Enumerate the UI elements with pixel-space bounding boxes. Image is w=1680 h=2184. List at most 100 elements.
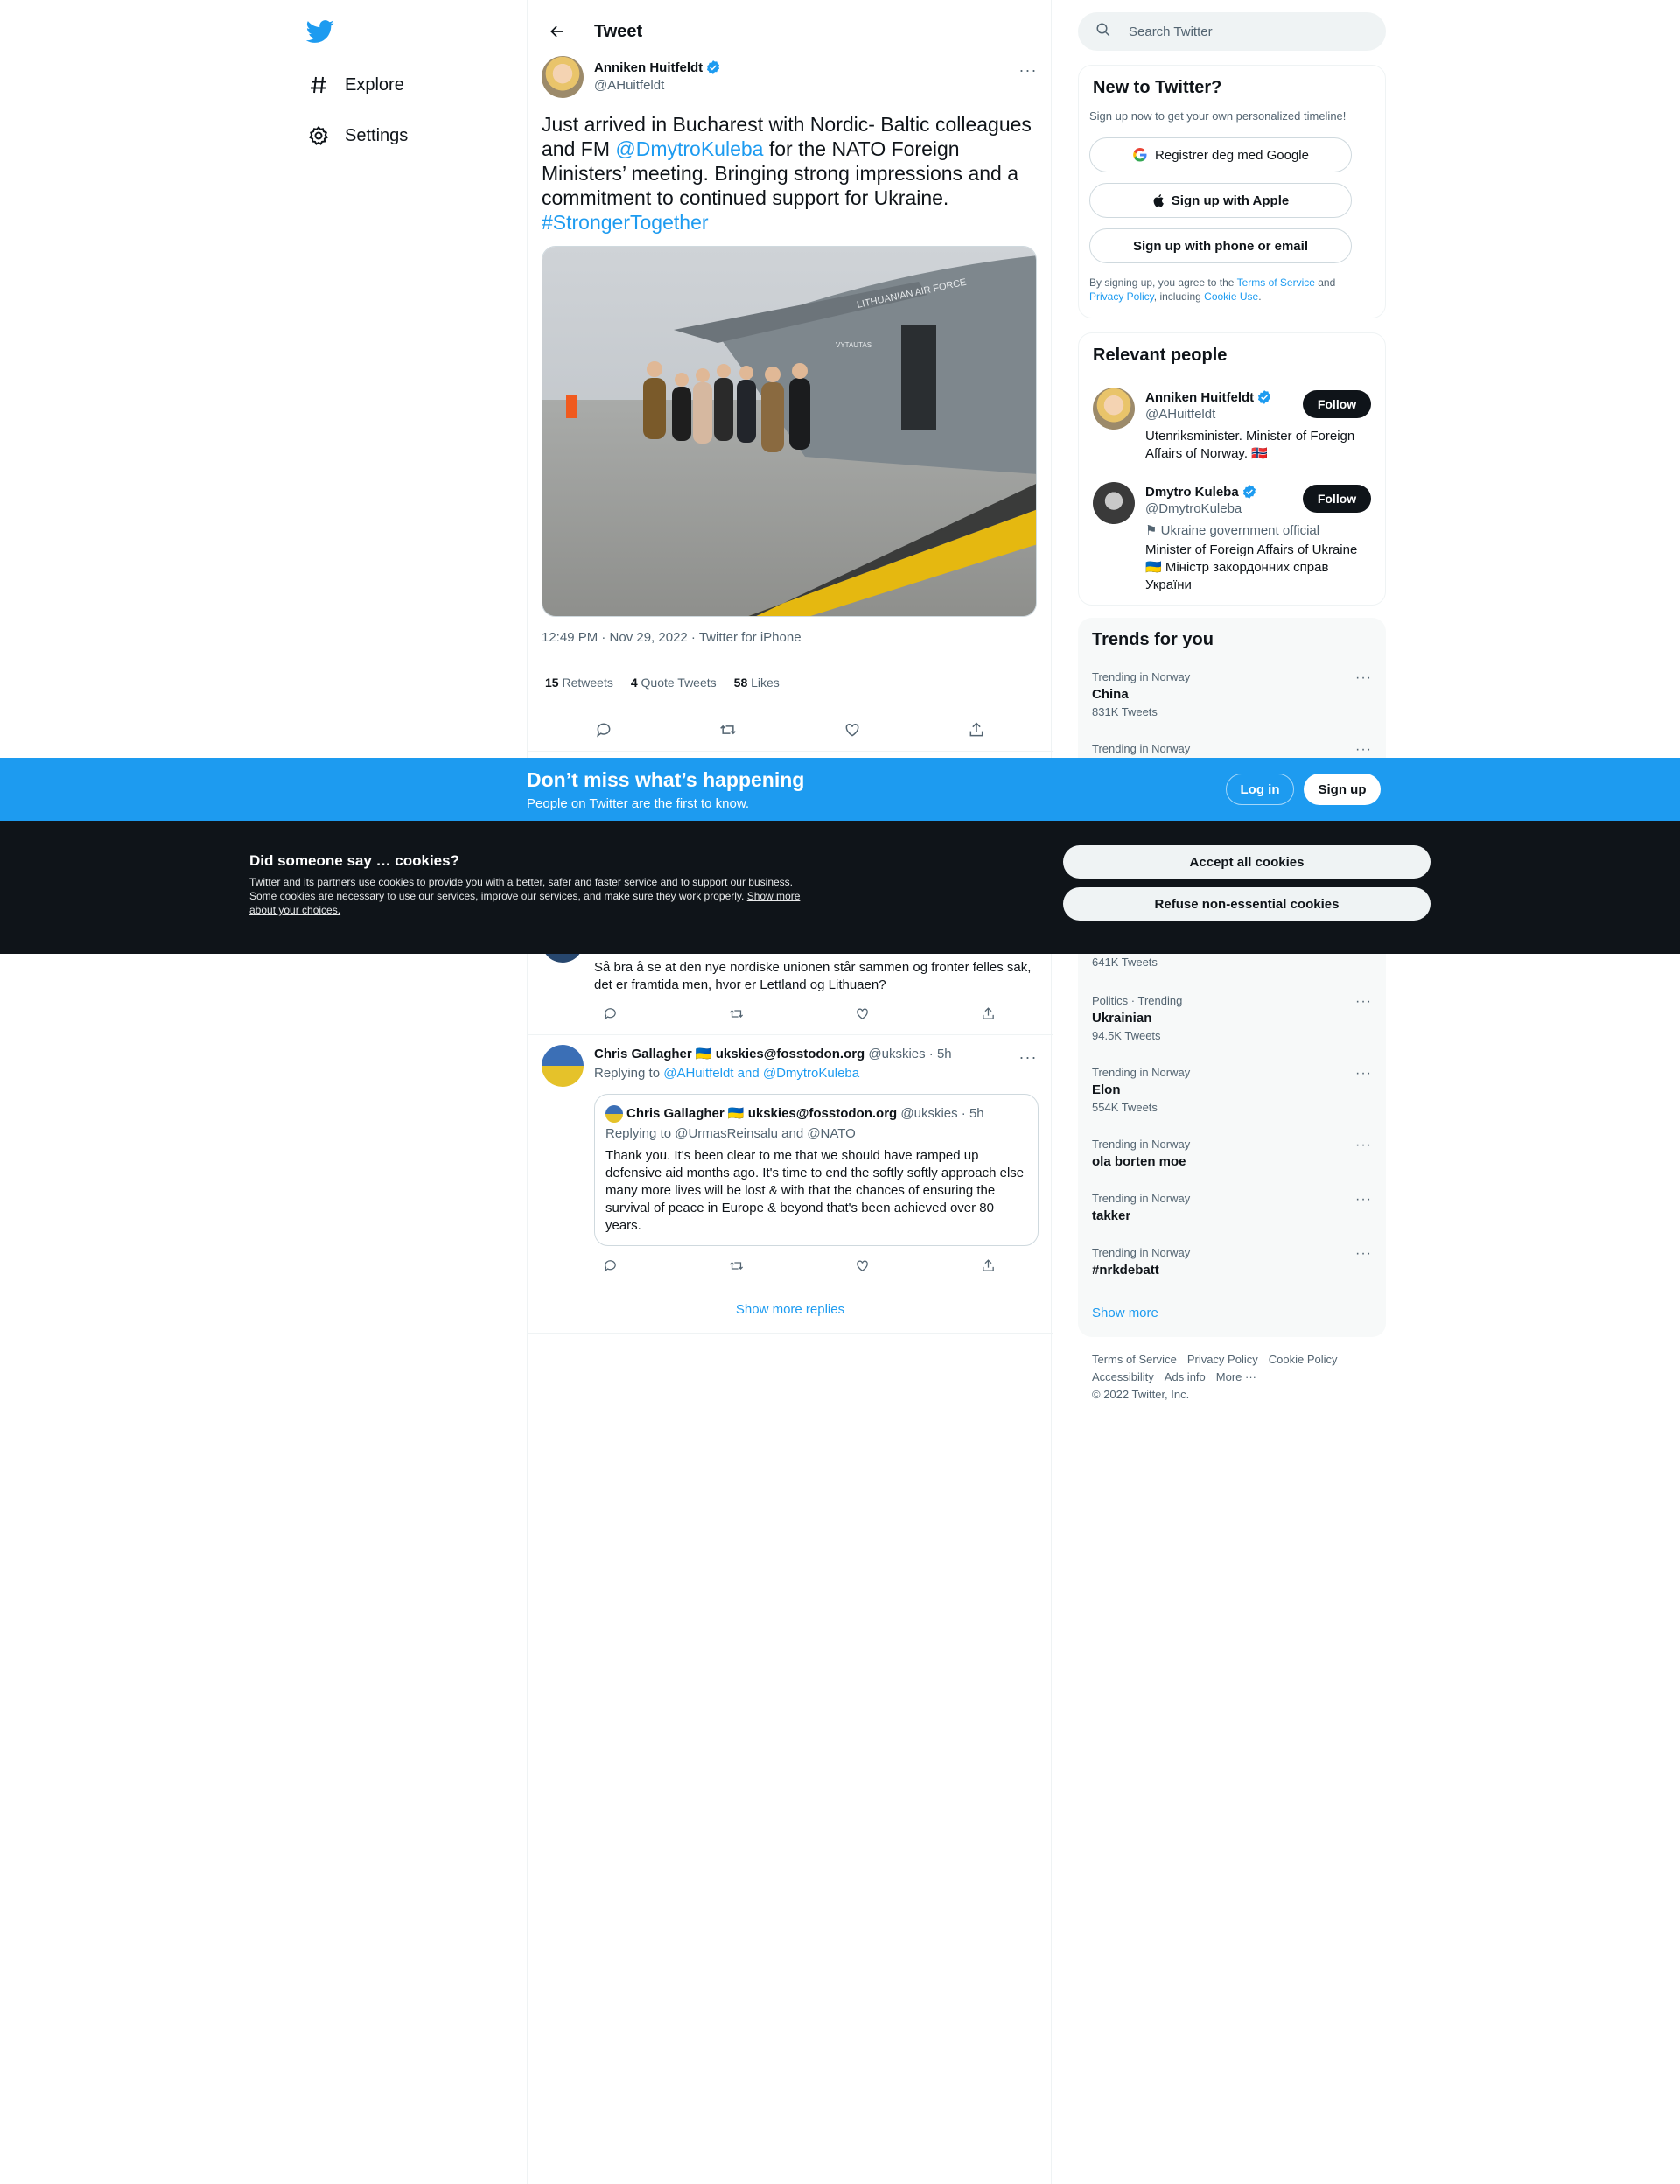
legal-part: . <box>1258 290 1262 303</box>
quoted-tweet[interactable]: Chris Gallagher 🇺🇦 ukskies@fosstodon.org… <box>594 1094 1039 1246</box>
refuse-cookies-button[interactable]: Refuse non-essential cookies <box>1063 887 1431 920</box>
tweet-actions <box>542 714 1039 746</box>
footer-link[interactable]: Accessibility <box>1092 1368 1154 1386</box>
replying-to-link[interactable]: @AHuitfeldt and @DmytroKuleba <box>663 1066 859 1081</box>
mention-link[interactable]: @DmytroKuleba <box>615 137 763 160</box>
retweet-icon[interactable] <box>720 1250 752 1281</box>
author-name[interactable]: Anniken Huitfeldt <box>594 60 703 75</box>
trend-item[interactable]: Trending in Norway #nrkdebatt ··· <box>1092 1246 1372 1278</box>
signup-button[interactable]: Sign up <box>1304 774 1381 805</box>
follow-button[interactable]: Follow <box>1303 485 1371 513</box>
avatar[interactable] <box>542 1045 584 1087</box>
like-icon[interactable] <box>836 714 868 746</box>
share-icon[interactable] <box>961 714 992 746</box>
tweet-stats: 15 Retweets 4 Quote Tweets 58 Likes <box>545 676 780 690</box>
footer-link[interactable]: Privacy Policy <box>1187 1351 1258 1368</box>
trend-count: 94.5K Tweets <box>1092 1029 1161 1042</box>
login-button[interactable]: Log in <box>1226 774 1294 805</box>
trend-context: Trending in Norway <box>1092 1192 1191 1205</box>
terms-link[interactable]: Terms of Service <box>1237 276 1315 289</box>
quotes-stat[interactable]: 4 Quote Tweets <box>631 676 717 690</box>
hashtag-link[interactable]: #StrongerTogether <box>542 211 709 234</box>
trend-item[interactable]: Trending in Norway ola borten moe ··· <box>1092 1138 1372 1169</box>
tweet-photo[interactable]: LITHUANIAN AIR FORCE VYTAUTAS <box>542 246 1037 617</box>
more-options-icon[interactable]: ··· <box>1355 1066 1372 1082</box>
share-icon[interactable] <box>972 998 1004 1029</box>
card-title: Trends for you <box>1092 630 1214 649</box>
person-handle[interactable]: @AHuitfeldt <box>1145 407 1215 422</box>
google-icon <box>1132 147 1148 163</box>
person-name[interactable]: Anniken Huitfeldt <box>1145 390 1254 405</box>
replying-to: Replying to @AHuitfeldt and @DmytroKuleb… <box>594 1066 859 1081</box>
footer-link[interactable]: More ··· <box>1216 1368 1256 1386</box>
apple-icon <box>1152 193 1166 207</box>
tweet-author: Anniken Huitfeldt @AHuitfeldt ··· <box>542 56 1039 102</box>
avatar[interactable] <box>1093 482 1135 524</box>
trend-context: Trending in Norway <box>1092 1066 1191 1079</box>
accept-cookies-button[interactable]: Accept all cookies <box>1063 845 1431 878</box>
like-icon[interactable] <box>846 998 878 1029</box>
twitter-logo-icon[interactable] <box>305 18 338 49</box>
divider <box>528 1034 1053 1035</box>
trend-name: Ukrainian <box>1092 1011 1152 1026</box>
search-icon <box>1096 22 1111 42</box>
phone-signup-button[interactable]: Sign up with phone or email <box>1089 228 1352 263</box>
back-arrow-icon[interactable] <box>542 16 573 47</box>
footer-link[interactable]: Ads info <box>1165 1368 1206 1386</box>
trend-item[interactable]: 641K Tweets <box>1092 952 1372 969</box>
trend-item[interactable]: Trending in Norway China 831K Tweets ··· <box>1092 670 1372 718</box>
google-signup-button[interactable]: Registrer deg med Google <box>1089 137 1352 172</box>
share-icon[interactable] <box>972 1250 1004 1281</box>
more-options-icon[interactable]: ··· <box>1355 670 1372 686</box>
reply-icon[interactable] <box>594 1250 626 1281</box>
author-handle[interactable]: @AHuitfeldt <box>594 78 664 93</box>
trend-item[interactable]: Trending in Norway ··· <box>1092 742 1372 758</box>
privacy-link[interactable]: Privacy Policy <box>1089 290 1154 303</box>
cookie-use-link[interactable]: Cookie Use <box>1204 290 1258 303</box>
retweet-icon[interactable] <box>720 998 752 1029</box>
footer-link[interactable]: Cookie Policy <box>1269 1351 1338 1368</box>
verified-badge-icon <box>1256 389 1272 405</box>
cookie-consent: Did someone say … cookies? Twitter and i… <box>0 821 1680 954</box>
more-options-icon[interactable]: ··· <box>1355 742 1372 758</box>
follow-button[interactable]: Follow <box>1303 390 1371 418</box>
likes-stat[interactable]: 58 Likes <box>734 676 780 690</box>
show-more-replies-button[interactable]: Show more replies <box>528 1284 1053 1334</box>
trend-item[interactable]: Trending in Norway Elon 554K Tweets ··· <box>1092 1066 1372 1114</box>
person-name[interactable]: Dmytro Kuleba <box>1145 485 1239 500</box>
trend-count: 641K Tweets <box>1092 956 1158 969</box>
retweet-icon[interactable] <box>712 714 744 746</box>
avatar[interactable] <box>542 56 584 98</box>
nav-explore[interactable]: Explore <box>306 67 404 102</box>
reply-author-name[interactable]: Chris Gallagher 🇺🇦 ukskies@fosstodon.org <box>594 1046 864 1061</box>
nav-settings[interactable]: Settings <box>306 118 408 153</box>
more-options-icon[interactable]: ··· <box>1355 1192 1372 1208</box>
more-options-icon[interactable]: ··· <box>1355 1138 1372 1153</box>
trend-name: Elon <box>1092 1082 1121 1097</box>
reply-author-handle[interactable]: @ukskies <box>868 1046 925 1061</box>
like-icon[interactable] <box>846 1250 878 1281</box>
footer-link[interactable]: Terms of Service <box>1092 1351 1177 1368</box>
reply-time[interactable]: · 5h <box>929 1046 952 1061</box>
trend-item[interactable]: Politics · Trending Ukrainian 94.5K Tweets… <box>1092 994 1372 1042</box>
reply-author-row: Chris Gallagher 🇺🇦 ukskies@fosstodon.org… <box>594 1046 952 1061</box>
quote-author-handle: @ukskies <box>900 1106 958 1121</box>
person-handle[interactable]: @DmytroKuleba <box>1145 501 1242 516</box>
search-input[interactable]: Search Twitter <box>1078 12 1386 51</box>
reply-icon[interactable] <box>588 714 620 746</box>
retweets-stat[interactable]: 15 Retweets <box>545 676 613 690</box>
apple-signup-button[interactable]: Sign up with Apple <box>1089 183 1352 218</box>
more-options-icon[interactable]: ··· <box>1018 1048 1039 1066</box>
show-more-trends-link[interactable]: Show more <box>1092 1306 1158 1320</box>
more-options-icon[interactable]: ··· <box>1355 1246 1372 1262</box>
tweet-timestamp[interactable]: 12:49 PM · Nov 29, 2022 · Twitter for iP… <box>542 630 802 645</box>
reply-icon[interactable] <box>594 998 626 1029</box>
copyright: © 2022 Twitter, Inc. <box>1092 1388 1190 1401</box>
more-options-icon[interactable]: ··· <box>1355 994 1372 1010</box>
trend-item[interactable]: Trending in Norway takker ··· <box>1092 1192 1372 1223</box>
divider <box>528 751 1053 752</box>
avatar[interactable] <box>1093 388 1135 430</box>
person-name-row: Dmytro Kuleba <box>1145 484 1257 500</box>
more-options-icon[interactable]: ··· <box>1018 61 1039 79</box>
quote-author-row: Chris Gallagher 🇺🇦 ukskies@fosstodon.org… <box>626 1105 984 1121</box>
